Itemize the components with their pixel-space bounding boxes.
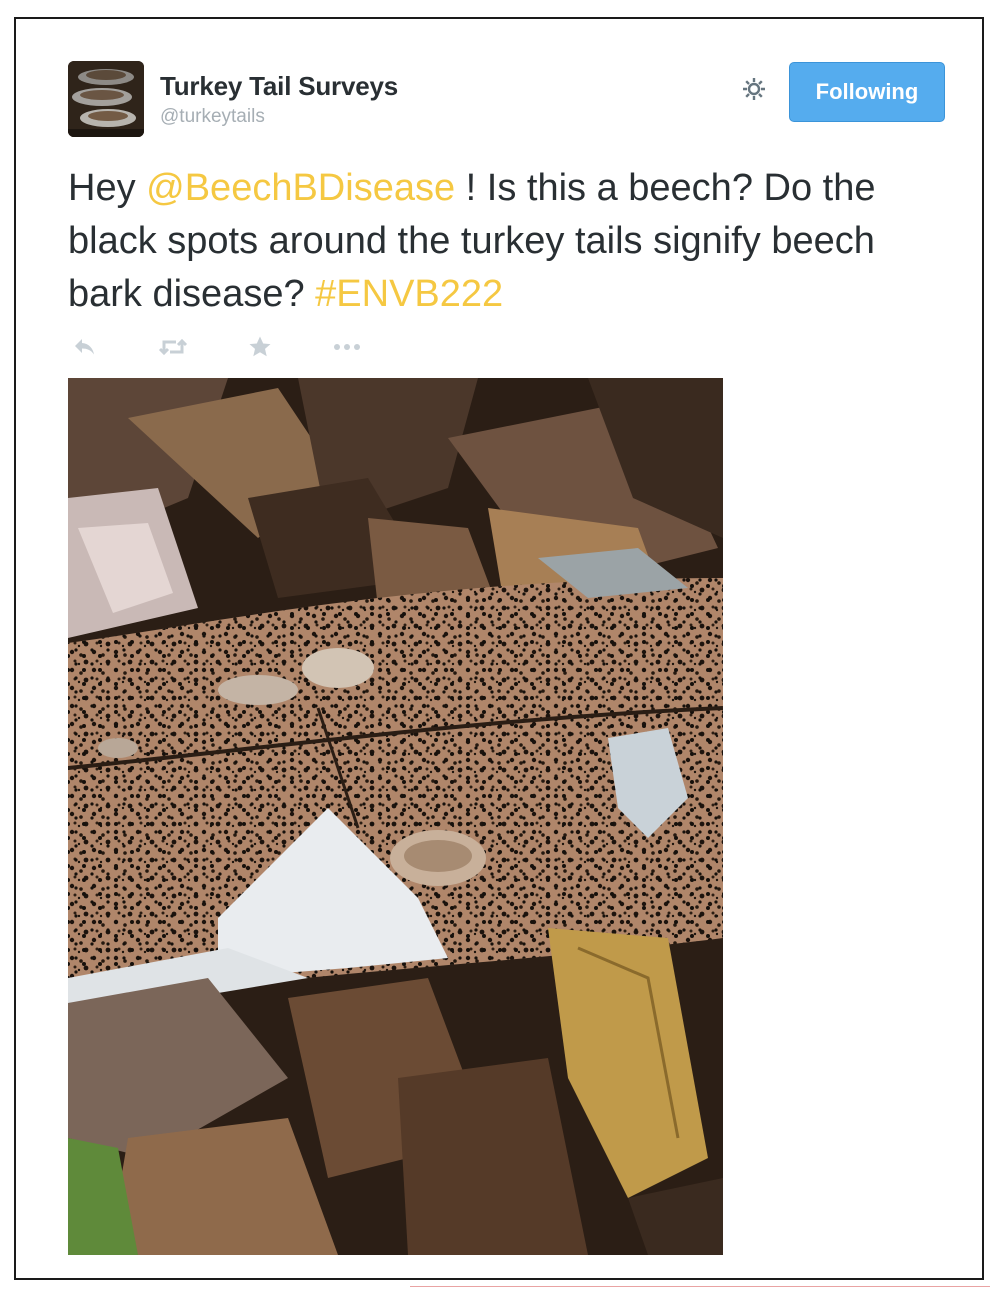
gear-icon[interactable] xyxy=(737,72,771,106)
divider xyxy=(410,1286,990,1287)
hashtag-link[interactable]: #ENVB222 xyxy=(315,273,503,315)
reply-icon[interactable] xyxy=(68,332,102,362)
turkey-tail-avatar-icon xyxy=(68,61,144,137)
display-name[interactable]: Turkey Tail Surveys xyxy=(160,71,398,102)
tweet-actions xyxy=(68,332,388,362)
beech-log-photo-icon xyxy=(68,378,723,1255)
favorite-icon[interactable] xyxy=(243,332,277,362)
following-button[interactable]: Following xyxy=(789,62,945,122)
tweet-photo[interactable] xyxy=(68,378,723,1255)
tweet-text: Hey @BeechBDisease ! Is this a beech? Do… xyxy=(68,162,948,321)
mention-link[interactable]: @BeechBDisease xyxy=(146,167,455,209)
tweet-text-prefix: Hey xyxy=(68,167,147,209)
user-handle[interactable]: @turkeytails xyxy=(160,106,265,128)
avatar[interactable] xyxy=(68,61,144,137)
more-icon[interactable] xyxy=(330,332,364,362)
retweet-icon[interactable] xyxy=(156,332,190,362)
